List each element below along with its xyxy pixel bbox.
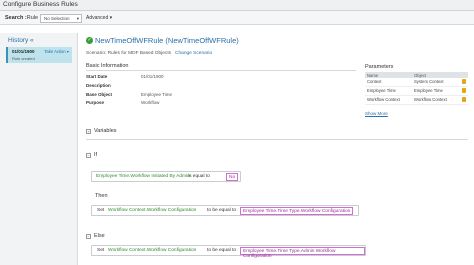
chevron-down-icon: ▾ xyxy=(76,15,79,21)
field-purpose-label: Purpose xyxy=(86,100,105,105)
check-icon: ✓ xyxy=(86,37,93,44)
advanced-dropdown[interactable]: Advanced ▾ xyxy=(86,15,112,21)
window-title: Configure Business Rules xyxy=(3,1,78,8)
divider xyxy=(86,70,356,71)
search-bar: Search :Rule No Selection ▾ Advanced ▾ xyxy=(0,11,474,25)
selection-dropdown[interactable]: No Selection ▾ xyxy=(40,13,82,23)
else-label: Else xyxy=(94,233,105,239)
divider xyxy=(86,139,468,140)
collapse-icon[interactable]: « xyxy=(30,37,34,44)
lock-icon xyxy=(462,88,466,93)
parameters-table: Name Object Context System Context Emplo… xyxy=(365,72,468,105)
lock-icon xyxy=(462,97,466,102)
change-scenario-link[interactable]: Change Scenario xyxy=(175,51,212,56)
history-item-status: Rule created xyxy=(12,56,35,61)
window-titlebar: Configure Business Rules xyxy=(0,0,474,11)
expand-icon[interactable]: + xyxy=(86,129,91,134)
else-target[interactable]: Workflow Context.Workflow Configuration xyxy=(108,248,196,253)
else-operator[interactable]: to be equal to xyxy=(207,248,236,253)
parameters-heading: Parameters xyxy=(365,64,394,70)
then-expression[interactable]: Set Workflow Context.Workflow Configurat… xyxy=(91,205,359,216)
if-left-operand[interactable]: Employee Time.Workflow Initiated By Admi… xyxy=(96,174,190,179)
then-keyword: Set xyxy=(97,208,105,213)
then-value[interactable]: Employee Time.Time Type.Workflow Configu… xyxy=(240,207,354,215)
field-base-object-value: Employee Time xyxy=(141,92,173,97)
then-target[interactable]: Workflow Context.Workflow Configuration xyxy=(108,208,196,213)
if-label: If xyxy=(94,152,98,158)
history-item[interactable]: 01/01/1900 Take Action ▾ Rule created xyxy=(6,47,72,63)
field-description-label: Description xyxy=(86,83,111,88)
if-operator[interactable]: is equal to xyxy=(188,174,210,179)
else-value[interactable]: Employee Time.Time Type.Admin Workflow C… xyxy=(240,247,365,259)
collapse-icon[interactable]: − xyxy=(86,234,91,239)
else-keyword: Set xyxy=(97,248,105,253)
field-purpose-value: Workflow xyxy=(141,100,160,105)
then-label: Then xyxy=(95,193,108,199)
show-more-link[interactable]: Show More xyxy=(365,111,388,116)
then-operator[interactable]: to be equal to xyxy=(207,208,236,213)
history-item-action[interactable]: Take Action ▾ xyxy=(44,49,69,54)
collapse-icon[interactable]: − xyxy=(86,153,91,158)
table-row[interactable]: Context System Context xyxy=(365,78,468,87)
chevron-down-icon: ▾ xyxy=(66,49,69,54)
lock-icon xyxy=(462,79,466,84)
if-right-operand[interactable]: No xyxy=(226,173,239,181)
history-panel: History « 01/01/1900 Take Action ▾ Rule … xyxy=(0,33,78,265)
table-row[interactable]: Employee Time Employee Time xyxy=(365,87,468,96)
rule-title: NewTimeOffWFRule (NewTimeOffWFRule) xyxy=(95,36,239,45)
history-title[interactable]: History « xyxy=(8,37,34,44)
history-item-date: 01/01/1900 xyxy=(12,49,35,54)
if-condition[interactable]: Employee Time.Workflow Initiated By Admi… xyxy=(91,171,241,182)
else-expression[interactable]: Set Workflow Context.Workflow Configurat… xyxy=(91,245,366,259)
variables-heading: Variables xyxy=(94,128,117,134)
search-label: Search :Rule xyxy=(5,15,39,21)
chevron-down-icon: ▾ xyxy=(109,15,113,21)
field-start-date-value: 01/01/1900 xyxy=(141,74,164,79)
table-row[interactable]: Workflow Context Workflow Context xyxy=(365,96,468,105)
scenario-text: Scenario: Rules for MDF Based Objects Cha… xyxy=(86,51,213,56)
field-start-date-label: Start Date xyxy=(86,74,108,79)
field-base-object-label: Base Object xyxy=(86,92,113,97)
basic-info-heading: Basic Information xyxy=(86,63,129,69)
